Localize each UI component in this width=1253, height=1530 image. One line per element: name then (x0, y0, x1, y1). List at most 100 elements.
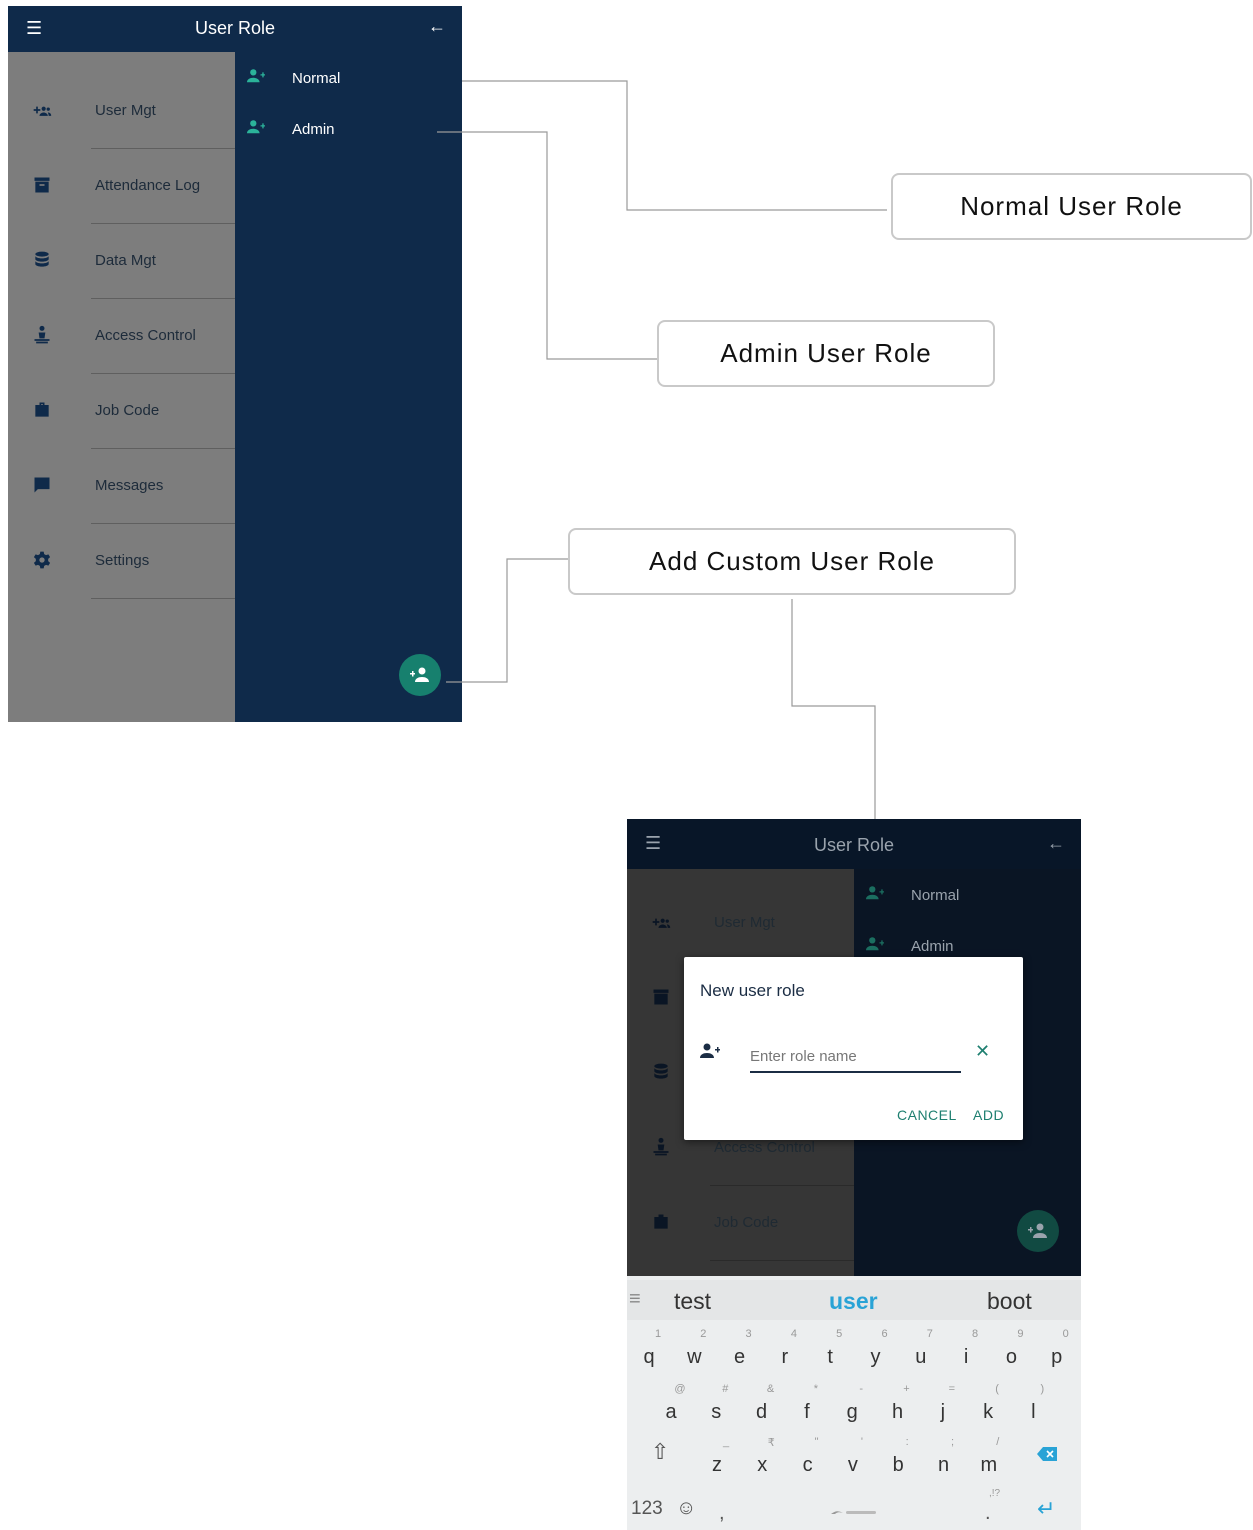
key-p[interactable]: 0p (1035, 1326, 1079, 1376)
soft-keyboard: ≡ test user boot 1q2w3e4r5t6y7u8i9o0p @ a… (627, 1276, 1081, 1530)
key-label: c (802, 1454, 813, 1476)
sidebar-item-label: Job Code (714, 1214, 779, 1231)
period-sub-label: ,!? (989, 1488, 1001, 1499)
role-item-normal: Normal (854, 873, 1081, 917)
key-r[interactable]: 4r (763, 1326, 807, 1376)
key-s[interactable]: # s (694, 1381, 738, 1431)
archive-icon (653, 989, 669, 1005)
key-sub-label: + (903, 1383, 910, 1395)
key-sub-label: - (859, 1383, 864, 1395)
cancel-button[interactable]: CANCEL (897, 1107, 957, 1123)
key-label: g (846, 1401, 858, 1423)
sidebar-item-user-mgt: User Mgt (627, 886, 854, 961)
divider (710, 1260, 854, 1261)
key-sub-label: ' (860, 1436, 863, 1448)
key-e[interactable]: 3e (718, 1326, 762, 1376)
key-sub-label: 4 (790, 1328, 797, 1340)
key-g[interactable]: -g (830, 1381, 874, 1431)
key-label: o (1005, 1346, 1017, 1368)
briefcase-icon (654, 1214, 668, 1229)
menu-icon[interactable]: ≡ (629, 1288, 641, 1311)
key-j[interactable]: = j (921, 1381, 965, 1431)
key-sub-label: 9 (1017, 1328, 1024, 1340)
key-h[interactable]: + h (876, 1381, 920, 1431)
person-add-icon (700, 1043, 720, 1058)
key-label: q (643, 1346, 655, 1368)
emoji-icon[interactable]: ☺ (676, 1497, 696, 1520)
key-label: y (870, 1346, 881, 1368)
key-sub-label: 3 (745, 1328, 752, 1340)
role-name-input[interactable] (750, 1041, 961, 1073)
callout-admin-role: Admin User Role (657, 320, 995, 387)
person-add-icon (866, 937, 884, 951)
key-label: b (892, 1454, 904, 1476)
key-sub-label: 6 (881, 1328, 888, 1340)
person-add-icon (866, 886, 884, 900)
spacebar[interactable] (759, 1498, 949, 1528)
suggestion-word[interactable]: boot (987, 1288, 1032, 1315)
key-label: f (804, 1401, 810, 1423)
shift-icon[interactable]: ⇧ (651, 1439, 669, 1465)
key-label: d (756, 1401, 768, 1423)
key-sub-label: 0 (1062, 1328, 1069, 1340)
key-t[interactable]: 5t (808, 1326, 852, 1376)
app-bar: ☰ User Role ← (627, 819, 1081, 869)
key-y[interactable]: 6y (854, 1326, 898, 1376)
backspace-icon[interactable] (1037, 1447, 1057, 1461)
key-l[interactable]: ) l (1011, 1381, 1055, 1431)
key-c[interactable]: " c (786, 1434, 830, 1484)
key-sub-label: @ (674, 1383, 686, 1395)
key-b[interactable]: :b (876, 1434, 920, 1484)
key-label: a (665, 1401, 677, 1423)
key-sub-label: ( (995, 1383, 999, 1395)
key-f[interactable]: * f (785, 1381, 829, 1431)
key-o[interactable]: 9o (989, 1326, 1033, 1376)
key-u[interactable]: 7u (899, 1326, 943, 1376)
new-role-dialog: New user role ✕ CANCEL ADD (684, 957, 1023, 1140)
role-label: Admin (911, 938, 954, 955)
key-v[interactable]: ' v (831, 1434, 875, 1484)
sidebar-item-label: User Mgt (714, 914, 775, 931)
comma-key[interactable]: , (719, 1502, 725, 1525)
period-key[interactable]: . (985, 1502, 991, 1525)
key-n[interactable]: ; n (922, 1434, 966, 1484)
clear-icon[interactable]: ✕ (975, 1041, 990, 1062)
back-arrow-icon: ← (1047, 833, 1065, 853)
key-sub-label: ; (950, 1436, 955, 1448)
key-i[interactable]: 8i (944, 1326, 988, 1376)
key-label: p (1051, 1346, 1063, 1368)
key-label: u (915, 1346, 927, 1368)
person-add-icon (1028, 1223, 1047, 1238)
key-sub-label: 1 (654, 1328, 662, 1340)
key-sub-label: ₹ (767, 1437, 775, 1449)
key-sub-label: 2 (700, 1328, 707, 1340)
add-group-icon (652, 918, 671, 928)
key-sub-label: : (905, 1436, 909, 1448)
key-a[interactable]: @ a (649, 1381, 693, 1431)
key-k[interactable]: (k (966, 1381, 1010, 1431)
numbers-key[interactable]: 123 (631, 1498, 663, 1520)
key-d[interactable]: & d (740, 1381, 784, 1431)
sidebar-item-job-code: Job Code (627, 1186, 854, 1261)
suggestion-word[interactable]: user (829, 1288, 878, 1315)
role-label: Normal (911, 887, 960, 904)
key-sub-label: ) (1040, 1383, 1045, 1395)
suggestion-word[interactable]: test (674, 1288, 711, 1315)
add-button[interactable]: ADD (973, 1107, 1004, 1123)
key-w[interactable]: 2w (672, 1326, 716, 1376)
key-sub-label: # (722, 1383, 729, 1395)
enter-icon[interactable]: ↵ (1037, 1496, 1055, 1522)
key-label: v (847, 1454, 858, 1476)
key-m[interactable]: / m (967, 1434, 1011, 1484)
key-sub-label: 5 (836, 1328, 843, 1340)
key-z[interactable]: _ z (695, 1434, 739, 1484)
key-label: k (983, 1401, 994, 1423)
key-sub-label: = (948, 1383, 956, 1395)
key-label: x (757, 1454, 768, 1476)
key-label: z (712, 1454, 722, 1476)
key-label: s (711, 1401, 722, 1423)
key-q[interactable]: 1q (627, 1326, 671, 1376)
screen-new-role-dialog: ☰ User Role ← User Mgt Access Control Jo… (627, 819, 1081, 1530)
key-x[interactable]: ₹ x (740, 1434, 784, 1484)
callout-add-custom-role: Add Custom User Role (568, 528, 1016, 595)
